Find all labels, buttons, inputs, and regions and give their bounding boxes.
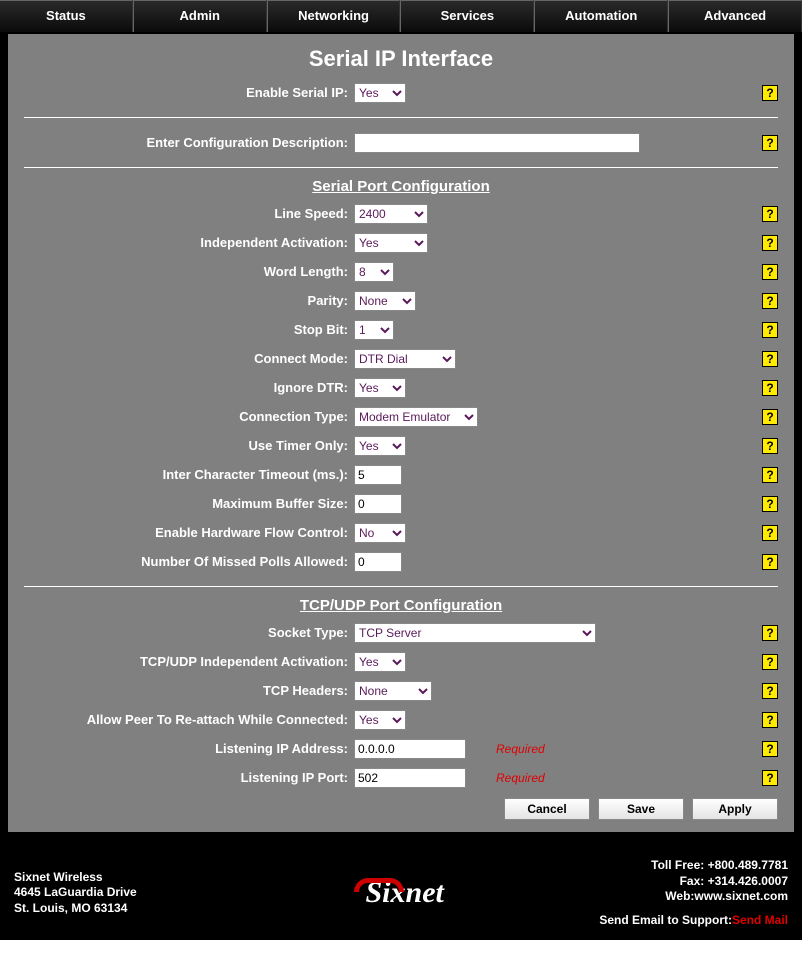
nav-status[interactable]: Status <box>0 0 133 32</box>
socket-type-label: Socket Type: <box>24 625 354 640</box>
tcp-headers-label: TCP Headers: <box>24 683 354 698</box>
serial-port-config-heading: Serial Port Configuration <box>24 178 778 195</box>
help-icon[interactable]: ? <box>762 206 778 222</box>
listening-port-input[interactable] <box>354 768 466 788</box>
nav-admin[interactable]: Admin <box>133 0 267 32</box>
help-icon[interactable]: ? <box>762 496 778 512</box>
footer-tollfree: Toll Free: +800.489.7781 <box>530 858 788 874</box>
help-icon[interactable]: ? <box>762 380 778 396</box>
nav-advanced[interactable]: Advanced <box>668 0 802 32</box>
independent-activation-label: Independent Activation: <box>24 235 354 250</box>
hw-flow-control-label: Enable Hardware Flow Control: <box>24 525 354 540</box>
footer-address2: St. Louis, MO 63134 <box>14 901 272 917</box>
footer-web-label: Web: <box>665 889 694 903</box>
parity-label: Parity: <box>24 293 354 308</box>
help-icon[interactable]: ? <box>762 741 778 757</box>
sixnet-logo: Sixnet <box>358 891 444 905</box>
allow-peer-reattach-label: Allow Peer To Re-attach While Connected: <box>24 712 354 727</box>
config-desc-input[interactable] <box>354 133 640 153</box>
stop-bit-select[interactable]: 1 <box>354 320 394 340</box>
use-timer-only-label: Use Timer Only: <box>24 438 354 453</box>
connect-mode-label: Connect Mode: <box>24 351 354 366</box>
help-icon[interactable]: ? <box>762 85 778 101</box>
help-icon[interactable]: ? <box>762 712 778 728</box>
listening-ip-label: Listening IP Address: <box>24 741 354 756</box>
independent-activation-select[interactable]: Yes <box>354 233 428 253</box>
allow-peer-reattach-select[interactable]: Yes <box>354 710 406 730</box>
nav-services[interactable]: Services <box>400 0 534 32</box>
footer-address1: 4645 LaGuardia Drive <box>14 885 272 901</box>
hw-flow-control-select[interactable]: No <box>354 523 406 543</box>
help-icon[interactable]: ? <box>762 554 778 570</box>
tcp-headers-select[interactable]: None <box>354 681 432 701</box>
listening-port-label: Listening IP Port: <box>24 770 354 785</box>
use-timer-only-select[interactable]: Yes <box>354 436 406 456</box>
connect-mode-select[interactable]: DTR Dial <box>354 349 456 369</box>
tcp-udp-config-heading: TCP/UDP Port Configuration <box>24 597 778 614</box>
socket-type-select[interactable]: TCP Server <box>354 623 596 643</box>
required-text: Required <box>496 742 545 756</box>
help-icon[interactable]: ? <box>762 409 778 425</box>
inter-char-timeout-label: Inter Character Timeout (ms.): <box>24 467 354 482</box>
enable-serial-ip-label: Enable Serial IP: <box>24 85 354 100</box>
send-mail-link[interactable]: Send Mail <box>732 913 788 927</box>
inter-char-timeout-input[interactable] <box>354 465 402 485</box>
tcp-udp-ind-act-label: TCP/UDP Independent Activation: <box>24 654 354 669</box>
nav-networking[interactable]: Networking <box>267 0 401 32</box>
parity-select[interactable]: None <box>354 291 416 311</box>
enable-serial-ip-select[interactable]: Yes <box>354 83 406 103</box>
help-icon[interactable]: ? <box>762 322 778 338</box>
nav-automation[interactable]: Automation <box>534 0 668 32</box>
save-button[interactable]: Save <box>598 798 684 820</box>
logo-arc-icon <box>354 878 404 892</box>
help-icon[interactable]: ? <box>762 135 778 151</box>
required-text: Required <box>496 771 545 785</box>
footer-support-label: Send Email to Support: <box>599 913 732 927</box>
tcp-udp-ind-act-select[interactable]: Yes <box>354 652 406 672</box>
footer-fax: Fax: +314.426.0007 <box>530 874 788 890</box>
stop-bit-label: Stop Bit: <box>24 322 354 337</box>
max-buffer-size-input[interactable] <box>354 494 402 514</box>
help-icon[interactable]: ? <box>762 683 778 699</box>
word-length-label: Word Length: <box>24 264 354 279</box>
config-desc-label: Enter Configuration Description: <box>24 135 354 150</box>
help-icon[interactable]: ? <box>762 235 778 251</box>
missed-polls-label: Number Of Missed Polls Allowed: <box>24 554 354 569</box>
footer: Sixnet Wireless 4645 LaGuardia Drive St.… <box>0 840 802 940</box>
help-icon[interactable]: ? <box>762 467 778 483</box>
help-icon[interactable]: ? <box>762 351 778 367</box>
word-length-select[interactable]: 8 <box>354 262 394 282</box>
ignore-dtr-select[interactable]: Yes <box>354 378 406 398</box>
help-icon[interactable]: ? <box>762 438 778 454</box>
help-icon[interactable]: ? <box>762 264 778 280</box>
main-nav: Status Admin Networking Services Automat… <box>0 0 802 32</box>
connection-type-label: Connection Type: <box>24 409 354 424</box>
help-icon[interactable]: ? <box>762 293 778 309</box>
line-speed-select[interactable]: 2400 <box>354 204 428 224</box>
help-icon[interactable]: ? <box>762 525 778 541</box>
max-buffer-size-label: Maximum Buffer Size: <box>24 496 354 511</box>
page-title: Serial IP Interface <box>24 46 778 72</box>
footer-company: Sixnet Wireless <box>14 870 272 886</box>
apply-button[interactable]: Apply <box>692 798 778 820</box>
help-icon[interactable]: ? <box>762 770 778 786</box>
help-icon[interactable]: ? <box>762 654 778 670</box>
help-icon[interactable]: ? <box>762 625 778 641</box>
ignore-dtr-label: Ignore DTR: <box>24 380 354 395</box>
missed-polls-input[interactable] <box>354 552 402 572</box>
footer-web-link[interactable]: www.sixnet.com <box>694 889 788 903</box>
page-body: Serial IP Interface Enable Serial IP: Ye… <box>6 32 796 834</box>
connection-type-select[interactable]: Modem Emulator <box>354 407 478 427</box>
line-speed-label: Line Speed: <box>24 206 354 221</box>
listening-ip-input[interactable] <box>354 739 466 759</box>
cancel-button[interactable]: Cancel <box>504 798 590 820</box>
